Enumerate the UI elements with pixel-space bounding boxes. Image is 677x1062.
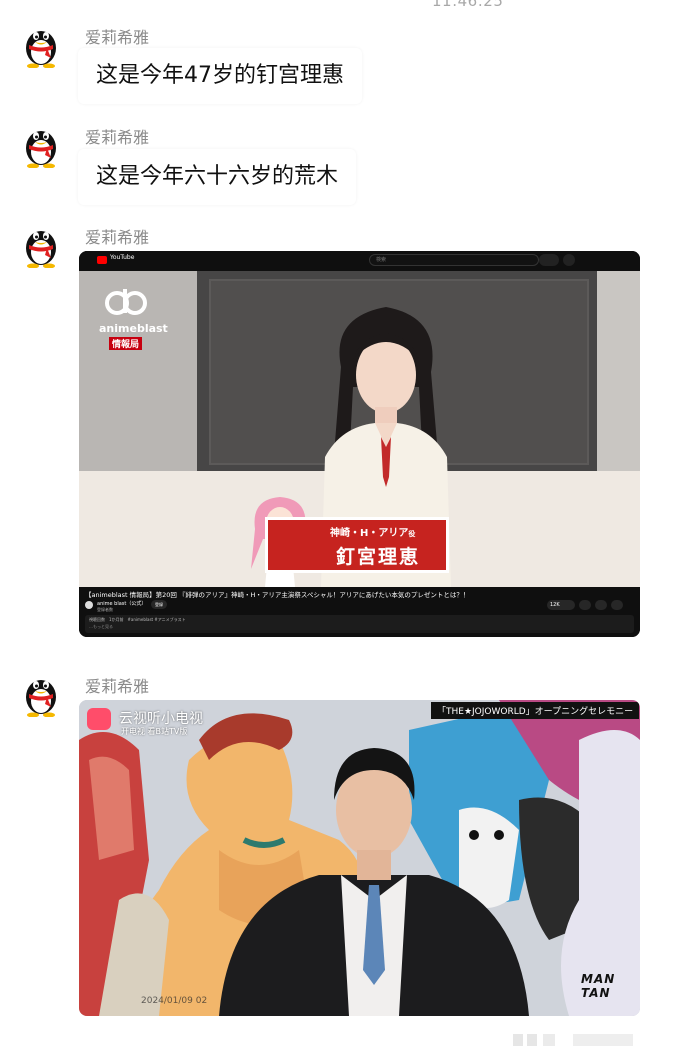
watermark-line: TAN <box>581 986 611 1000</box>
bottom-toolbar-hint <box>513 1034 633 1046</box>
animeblast-logo-icon <box>105 289 147 315</box>
video-title: 【animeblast 情報局】第20回 『緋弾のアリア』神崎・H・アリア主演祭… <box>85 591 470 599</box>
search-icon <box>539 254 559 266</box>
search-placeholder: 検索 <box>376 257 387 263</box>
animeblast-logo-text: animeblast <box>99 322 168 335</box>
qq-penguin-avatar-icon[interactable] <box>20 222 62 268</box>
subscriber-count: 登録者数 <box>97 607 113 612</box>
video-frame: animeblast 情報局 神崎・H・アリア役 釘宮理恵 <box>79 271 640 587</box>
watermark-line: MAN <box>581 972 616 986</box>
youtube-logo-icon <box>97 256 107 264</box>
character-name-plate: 神崎・H・アリア役 釘宮理恵 <box>265 517 449 573</box>
text-bubble[interactable]: 这是今年47岁的钉宫理惠 <box>78 48 362 104</box>
tv-station-logo-icon <box>87 708 111 730</box>
mantan-watermark: MAN TAN <box>581 972 631 1004</box>
youtube-logo-text: YouTube <box>110 254 135 261</box>
sender-name: 爱莉希雅 <box>85 128 150 147</box>
video-info-panel: 【animeblast 情報局】第20回 『緋弾のアリア』神崎・H・アリア主演祭… <box>79 587 640 637</box>
tv-station-subtitle: 开电视 看B站TV版 <box>121 727 188 736</box>
sender-name: 爱莉希雅 <box>85 28 150 47</box>
jojo-artwork-background <box>79 700 640 1016</box>
image-message-youtube-screenshot[interactable]: YouTube 検索 animeblast 情報局 神崎・H・アリア役 釘宮理恵… <box>79 251 640 637</box>
qq-penguin-avatar-icon[interactable] <box>20 671 62 717</box>
image-message-tv-screenshot[interactable]: 云视听小电视 开电视 看B站TV版 「THE★JOJOWORLD」オープニングセ… <box>79 700 640 1016</box>
sender-name: 爱莉希雅 <box>85 677 150 696</box>
mic-icon <box>563 254 575 266</box>
like-icon: 12K <box>547 600 575 610</box>
qq-penguin-avatar-icon[interactable] <box>20 22 62 68</box>
plate-role: 神崎・H・アリア役 <box>330 528 416 539</box>
event-caption: 「THE★JOJOWORLD」オープニングセレモニー <box>431 702 640 719</box>
message-timestamp: 11:46:25 <box>432 0 504 10</box>
animeblast-logo: animeblast 情報局 <box>93 285 168 350</box>
text-bubble[interactable]: 这是今年六十六岁的荒木 <box>78 149 357 205</box>
description-more: …もっと見る <box>89 624 113 629</box>
youtube-header: YouTube 検索 <box>79 251 640 269</box>
qq-penguin-avatar-icon[interactable] <box>20 122 62 168</box>
save-icon <box>611 600 623 610</box>
broadcast-date: 2024/01/09 02 <box>141 996 208 1006</box>
video-description: 視聴回数 1か月前 #animeblast #アニメブラスト …もっと見る <box>85 615 634 633</box>
subscribe-button: 登録 <box>151 600 167 609</box>
studio-wall <box>597 271 640 471</box>
description-line: 視聴回数 1か月前 #animeblast #アニメブラスト <box>89 617 186 622</box>
download-icon <box>595 600 607 610</box>
share-icon <box>579 600 591 610</box>
channel-avatar <box>85 601 93 609</box>
youtube-search-box: 検索 <box>369 254 539 266</box>
sender-name: 爱莉希雅 <box>85 228 150 247</box>
plate-voice-actor-name: 釘宮理恵 <box>336 546 421 568</box>
tv-station-title: 云视听小电视 <box>119 711 203 727</box>
animeblast-badge: 情報局 <box>109 337 143 350</box>
channel-name: anime blast（公式） <box>97 601 147 607</box>
